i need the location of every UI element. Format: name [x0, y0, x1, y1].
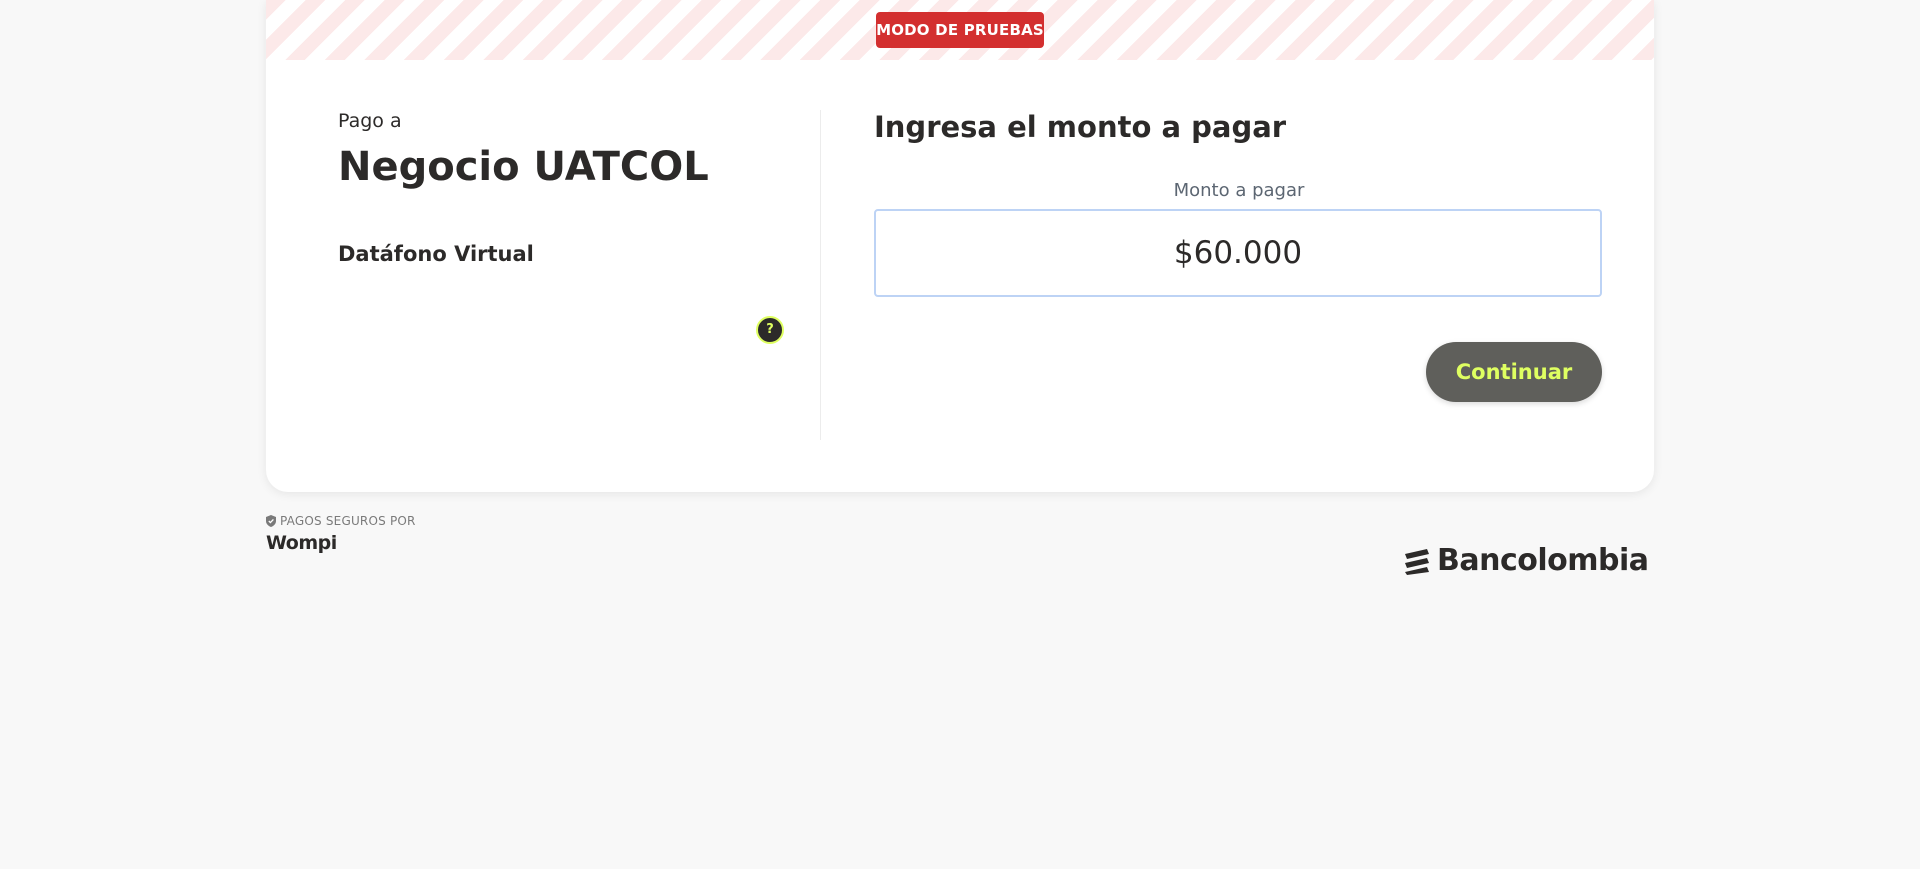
wompi-logo: Wompi — [266, 532, 337, 554]
amount-label: Monto a pagar — [1173, 180, 1305, 201]
help-button[interactable]: ? — [756, 316, 784, 344]
continue-button[interactable]: Continuar — [1426, 342, 1602, 402]
merchant-name: Negocio UATCOL — [338, 144, 709, 190]
bancolombia-stripes-icon — [1405, 548, 1429, 575]
wompi-footer: PAGOS SEGUROS POR Wompi — [266, 514, 416, 554]
secure-payments-label: PAGOS SEGUROS POR — [280, 514, 416, 528]
shield-check-icon — [266, 515, 276, 527]
amount-input[interactable] — [874, 209, 1602, 297]
bancolombia-logo: Bancolombia — [1403, 543, 1649, 578]
product-name: Datáfono Virtual — [338, 242, 534, 266]
test-mode-banner: MODO DE PRUEBAS — [266, 0, 1654, 60]
payment-card: MODO DE PRUEBAS Pago a Negocio UATCOL Da… — [266, 0, 1654, 492]
pay-to-label: Pago a — [338, 110, 402, 132]
panel-divider — [820, 110, 821, 440]
amount-title: Ingresa el monto a pagar — [874, 110, 1287, 144]
amount-panel: Ingresa el monto a pagar Monto a pagar C… — [874, 110, 1604, 402]
test-mode-badge: MODO DE PRUEBAS — [876, 12, 1044, 48]
secure-payments-row: PAGOS SEGUROS POR — [266, 514, 416, 528]
merchant-panel: Pago a Negocio UATCOL Datáfono Virtual — [338, 110, 768, 266]
bancolombia-logo-text: Bancolombia — [1437, 543, 1649, 578]
